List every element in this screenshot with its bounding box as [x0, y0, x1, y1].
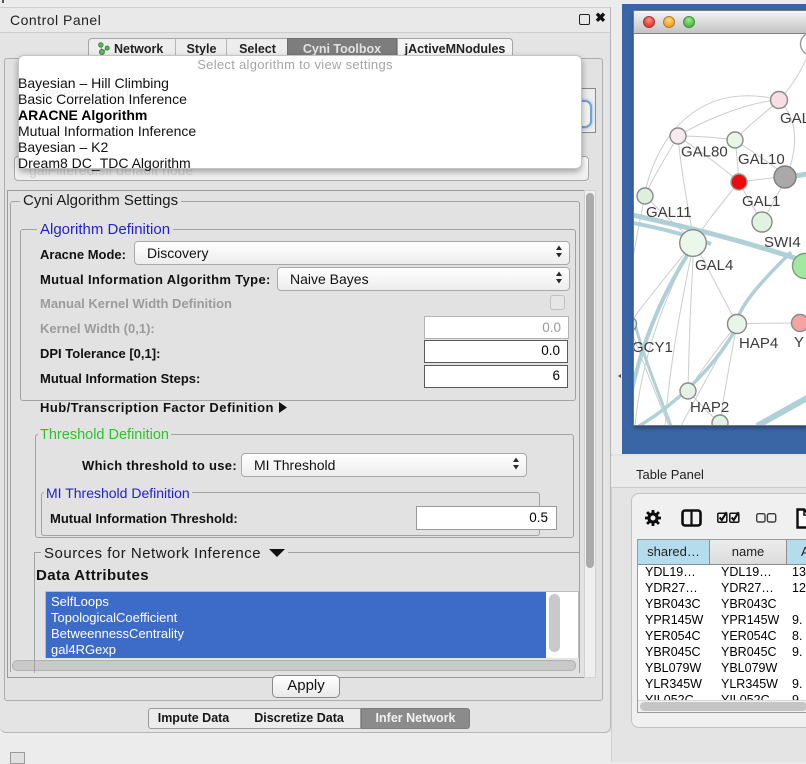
- svg-text:HAP2: HAP2: [690, 399, 729, 416]
- svg-text:GAL: GAL: [780, 110, 806, 127]
- svg-text:GAL10: GAL10: [738, 151, 785, 168]
- svg-text:GAL4: GAL4: [695, 257, 733, 274]
- svg-text:GAL80: GAL80: [681, 144, 728, 161]
- svg-text:GCY1: GCY1: [634, 339, 673, 356]
- svg-text:GAL1: GAL1: [742, 193, 780, 210]
- svg-text:SWI4: SWI4: [764, 234, 801, 251]
- svg-text:HAP4: HAP4: [739, 335, 778, 352]
- svg-text:Y: Y: [794, 334, 804, 351]
- svg-text:GAL11: GAL11: [646, 204, 692, 221]
